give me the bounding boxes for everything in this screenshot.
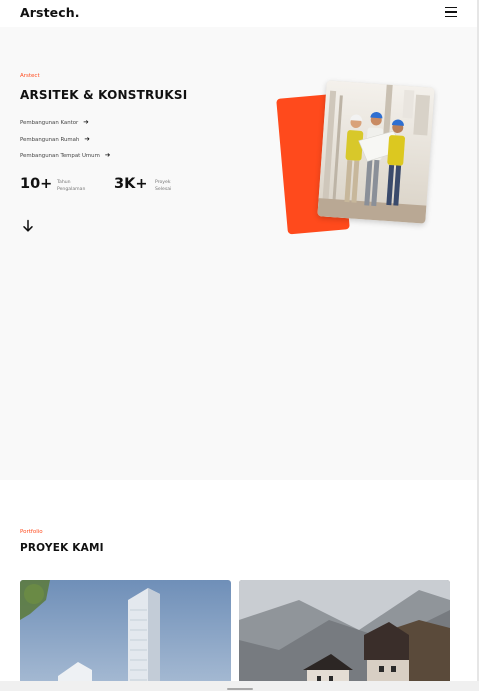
stat-projects-value: 3K+ — [114, 176, 148, 192]
service-label: Pembangunan Rumah — [20, 137, 80, 143]
top-navbar: Arstech. — [0, 0, 479, 27]
service-label: Pembangunan Tempat Umum — [20, 153, 100, 159]
hamburger-menu-icon[interactable] — [444, 7, 458, 19]
arrow-right-icon: ➔ — [104, 151, 111, 159]
hero-eyebrow: Arstect — [20, 73, 40, 79]
service-link-rumah[interactable]: Pembangunan Rumah ➔ — [20, 135, 90, 145]
brand-logo[interactable]: Arstech. — [20, 5, 80, 20]
stat-projects-label: Proyek Selesai — [155, 179, 195, 193]
scrollbar-thumb[interactable] — [227, 688, 253, 690]
project-image-village — [239, 580, 450, 691]
stat-experience-value: 10+ — [20, 176, 53, 192]
arrow-down-icon[interactable] — [21, 218, 35, 232]
service-label: Pembangunan Kantor — [20, 120, 79, 126]
service-link-kantor[interactable]: Pembangunan Kantor ➔ — [20, 118, 89, 128]
project-image-towers — [20, 580, 231, 691]
stat-experience-label: Tahun Pengalaman — [57, 179, 97, 193]
stat-label-line: Tahun — [57, 180, 71, 185]
portfolio-eyebrow: Portfolio — [20, 529, 43, 535]
project-card-village[interactable] — [239, 580, 450, 691]
hero-engineers-photo — [317, 80, 435, 224]
stat-label-line: Proyek — [155, 180, 171, 185]
hero-title: ARSITEK & KONSTRUKSI — [20, 88, 188, 102]
service-link-tempat-umum[interactable]: Pembangunan Tempat Umum ➔ — [20, 151, 110, 161]
horizontal-scrollbar[interactable] — [0, 681, 479, 691]
portfolio-title: PROYEK KAMI — [20, 542, 104, 554]
arrow-right-icon: ➔ — [84, 135, 90, 143]
arrow-right-icon: ➔ — [83, 118, 89, 126]
stat-label-line: Selesai — [155, 187, 172, 192]
stat-label-line: Pengalaman — [57, 187, 86, 192]
project-card-towers[interactable] — [20, 580, 231, 691]
